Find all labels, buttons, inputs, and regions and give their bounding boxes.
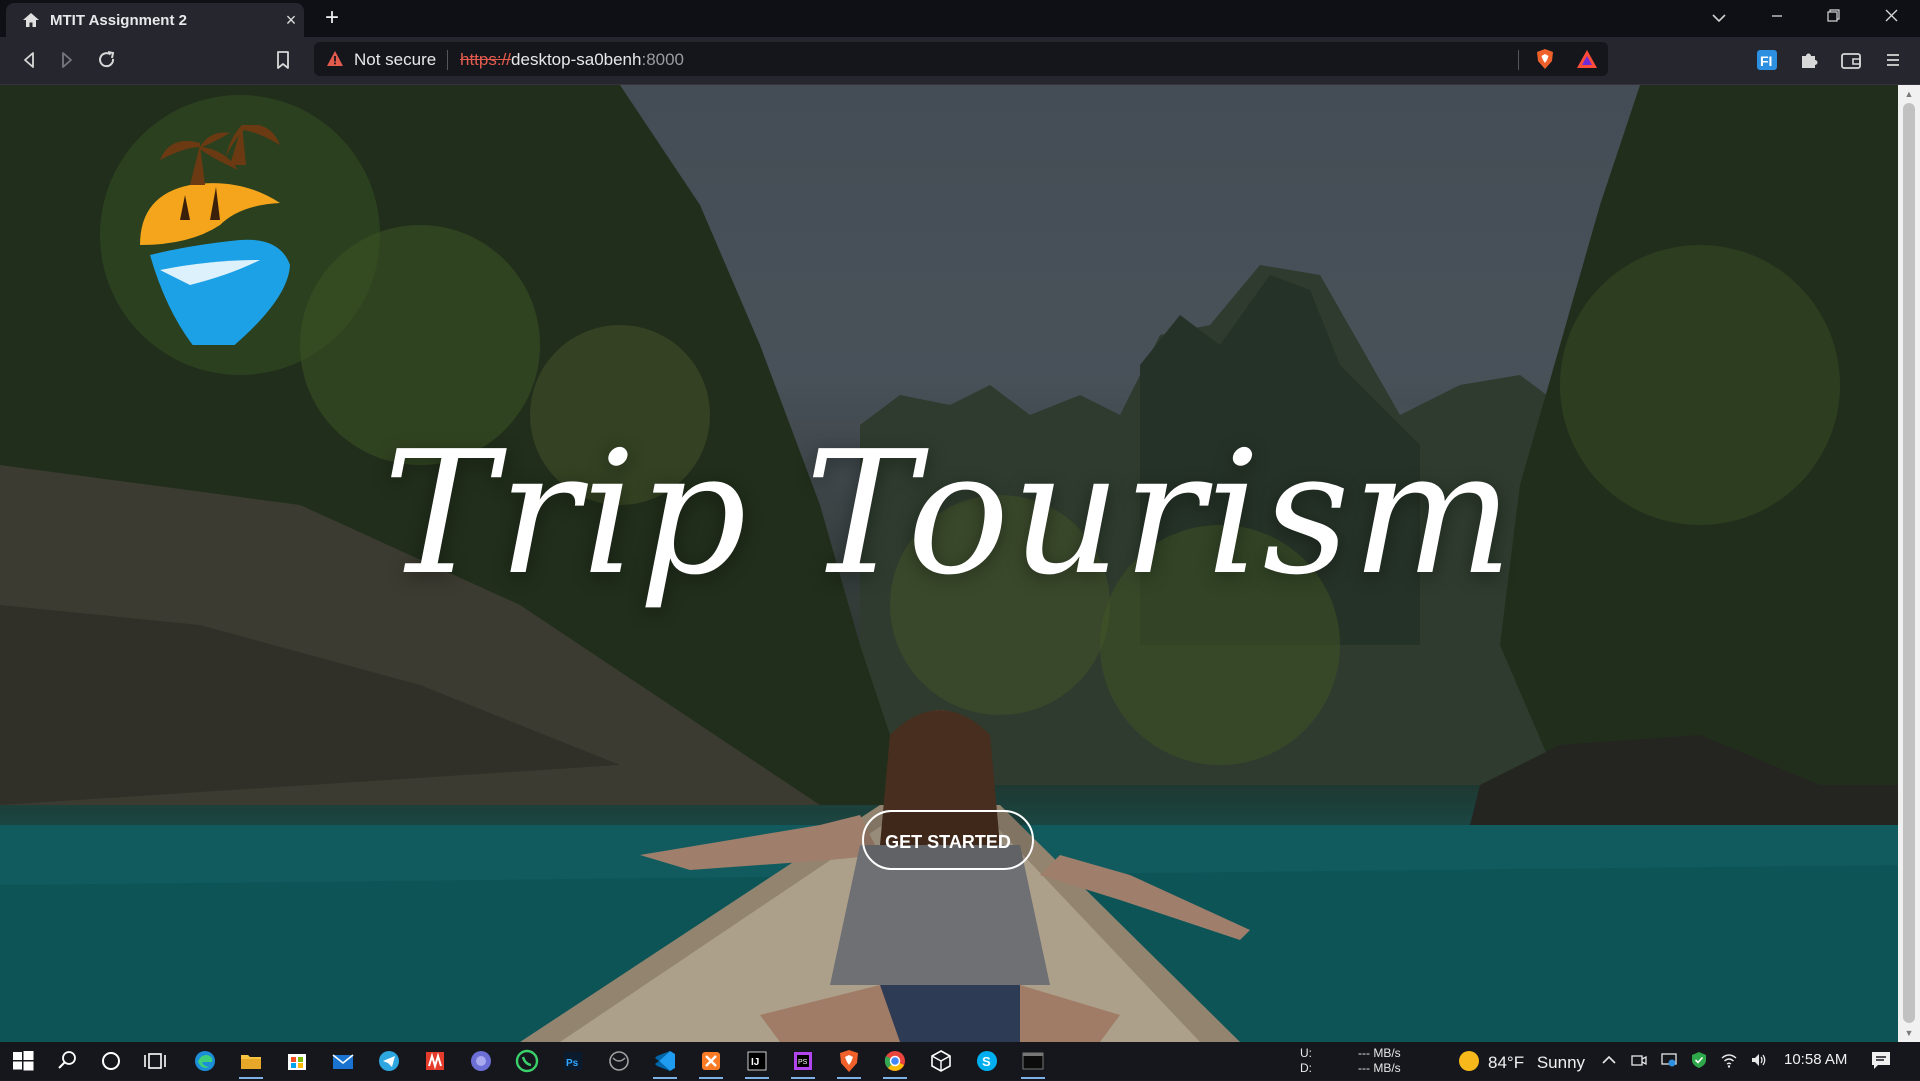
show-hidden-icons-chevron-icon[interactable]	[1600, 1051, 1618, 1074]
whatsapp-icon[interactable]	[512, 1046, 542, 1076]
site-logo[interactable]	[130, 124, 310, 365]
svg-text:S: S	[982, 1054, 991, 1069]
back-icon[interactable]	[16, 47, 42, 73]
scroll-thumb[interactable]	[1903, 103, 1915, 1023]
omnibox-divider	[447, 50, 448, 70]
cortana-icon[interactable]	[96, 1046, 126, 1076]
hero-title: Trip Tourism	[383, 415, 1515, 613]
skype-icon[interactable]: S	[972, 1046, 1002, 1076]
remote-display-icon[interactable]	[1660, 1051, 1678, 1074]
browser-toolbar: Not secure https://desktop-sa0benh:8000 …	[0, 37, 1920, 85]
omnibox-divider-right	[1518, 50, 1519, 70]
new-tab-button[interactable]: +	[318, 4, 346, 32]
brave-shields-icon[interactable]	[1534, 48, 1556, 75]
wifi-icon[interactable]	[1720, 1051, 1738, 1074]
meet-now-icon[interactable]	[1630, 1051, 1648, 1074]
url-protocol: https://	[460, 50, 512, 69]
tab-search-chevron-icon[interactable]	[1704, 6, 1734, 30]
intellij-icon[interactable]: IJ	[742, 1046, 772, 1079]
forward-icon[interactable]	[54, 47, 80, 73]
minimize-icon[interactable]	[1762, 6, 1792, 30]
reload-icon[interactable]	[94, 47, 120, 73]
browser-tab[interactable]: MTIT Assignment 2 ×	[6, 3, 304, 37]
net-up-value: --- MB/s	[1358, 1046, 1401, 1060]
svg-text:Ps: Ps	[566, 1058, 579, 1069]
weather-widget[interactable]: 84°F Sunny	[1458, 1050, 1585, 1077]
home-icon	[22, 12, 40, 33]
windows-taskbar: Ps IJ PS S U: D: --- MB/s --- MB/s 84°F …	[0, 1042, 1920, 1080]
vscode-icon[interactable]	[650, 1046, 680, 1079]
terminal-icon[interactable]	[1018, 1046, 1048, 1079]
tab-title: MTIT Assignment 2	[50, 12, 187, 29]
wallet-icon[interactable]	[1838, 47, 1864, 73]
unity-icon[interactable]	[926, 1046, 956, 1076]
tab-strip: MTIT Assignment 2 × +	[0, 0, 1920, 37]
not-secure-label[interactable]: Not secure	[354, 50, 436, 70]
brave-rewards-icon[interactable]	[1576, 48, 1598, 75]
menu-icon[interactable]	[1880, 47, 1906, 73]
url-host: desktop-sa0benh	[511, 50, 642, 69]
bookmark-icon[interactable]	[270, 47, 296, 73]
extensions-puzzle-icon[interactable]	[1796, 47, 1822, 73]
brave-icon[interactable]	[834, 1046, 864, 1079]
xampp-icon[interactable]	[696, 1046, 726, 1079]
address-bar[interactable]: Not secure https://desktop-sa0benh:8000	[314, 42, 1608, 76]
extension-fi-icon[interactable]: FI	[1754, 47, 1780, 73]
app-purple-icon[interactable]	[466, 1046, 496, 1076]
edge-icon[interactable]	[190, 1046, 220, 1076]
telegram-icon[interactable]	[374, 1046, 404, 1076]
close-window-icon[interactable]	[1876, 6, 1906, 30]
svg-text:FI: FI	[1760, 53, 1772, 69]
app-gray-icon[interactable]	[604, 1046, 634, 1076]
network-speed-widget: U: D: --- MB/s --- MB/s	[1300, 1046, 1401, 1076]
warning-icon[interactable]	[326, 50, 344, 72]
windows-security-icon[interactable]	[1690, 1051, 1708, 1074]
file-explorer-icon[interactable]	[236, 1046, 266, 1079]
url-port: :8000	[641, 50, 685, 69]
svg-text:IJ: IJ	[751, 1057, 759, 1068]
task-view-icon[interactable]	[140, 1046, 170, 1076]
net-down-label: D:	[1300, 1061, 1312, 1075]
windows-start-icon[interactable]	[8, 1046, 38, 1076]
sun-icon	[1458, 1050, 1480, 1077]
anydesk-icon[interactable]	[420, 1046, 450, 1076]
svg-text:PS: PS	[798, 1059, 808, 1066]
phpstorm-icon[interactable]: PS	[788, 1046, 818, 1079]
scroll-up-icon[interactable]: ▲	[1903, 89, 1915, 99]
page-viewport: Trip Tourism GET STARTED	[0, 85, 1898, 1042]
mail-icon[interactable]	[328, 1046, 358, 1076]
weather-condition: Sunny	[1536, 1053, 1586, 1072]
photoshop-icon[interactable]: Ps	[558, 1046, 588, 1076]
clock-time[interactable]: 10:58 AM	[1784, 1051, 1847, 1068]
restore-icon[interactable]	[1818, 6, 1848, 30]
net-up-label: U:	[1300, 1046, 1312, 1060]
page-scrollbar[interactable]: ▲ ▼	[1898, 85, 1920, 1042]
get-started-button[interactable]: GET STARTED	[862, 810, 1034, 870]
scroll-down-icon[interactable]: ▼	[1903, 1028, 1915, 1038]
chrome-icon[interactable]	[880, 1046, 910, 1079]
volume-icon[interactable]	[1750, 1051, 1768, 1074]
microsoft-store-icon[interactable]	[282, 1046, 312, 1076]
net-down-value: --- MB/s	[1358, 1061, 1401, 1075]
close-tab-icon[interactable]: ×	[280, 9, 302, 31]
notifications-icon[interactable]	[1870, 1049, 1892, 1076]
temperature: 84°F	[1488, 1053, 1525, 1072]
search-icon[interactable]	[52, 1046, 82, 1076]
url-text[interactable]: https://desktop-sa0benh:8000	[460, 50, 684, 70]
